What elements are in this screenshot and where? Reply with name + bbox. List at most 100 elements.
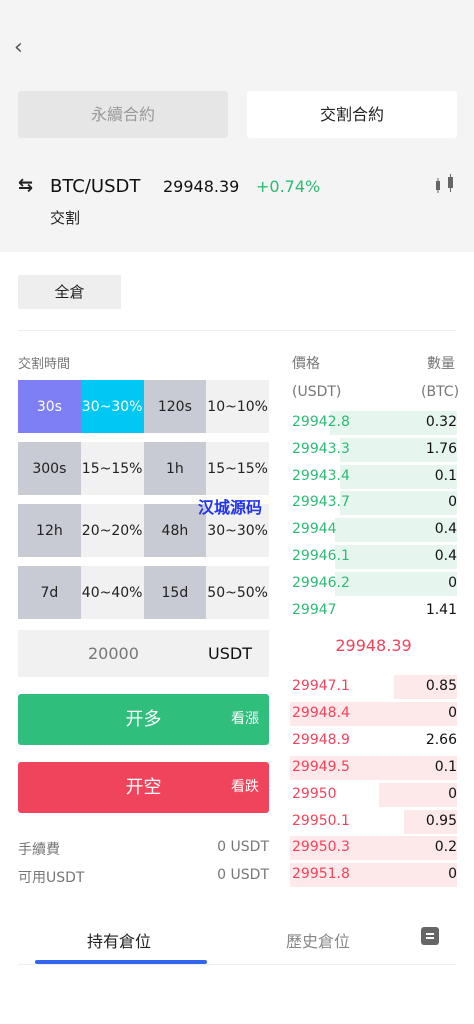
- margin-mode-button[interactable]: 全倉: [18, 275, 121, 309]
- pair-name[interactable]: BTC/USDT: [50, 176, 140, 197]
- orderbook-qty: 0.1: [434, 467, 457, 484]
- orderbook-row[interactable]: 29949.5 0.1: [290, 755, 457, 781]
- option-time-12h[interactable]: 12h: [18, 504, 81, 557]
- option-row: 30s 30~30% 120s 10~10%: [18, 380, 269, 433]
- depth-bar: [379, 782, 457, 807]
- orderbook-row[interactable]: 29950.1 0.95: [290, 809, 457, 835]
- orderbook-price: 29943.3: [292, 440, 350, 457]
- option-time-1h[interactable]: 1h: [143, 442, 207, 495]
- orderbook-qty: 0: [448, 866, 457, 883]
- orderbook-row[interactable]: 29948.4 0: [290, 701, 457, 727]
- orderbook-row[interactable]: 29942.8 0.32: [290, 410, 457, 436]
- orderbook-row[interactable]: 29948.9 2.66: [290, 728, 457, 754]
- tab-delivery[interactable]: 交割合約: [247, 91, 457, 138]
- available-row: 可用USDT 0 USDT: [18, 867, 269, 887]
- orderbook-price: 29950.3: [292, 839, 350, 856]
- delivery-time-label: 交割時間: [18, 357, 71, 372]
- orderbook-row[interactable]: 29943.4 0.1: [290, 464, 457, 490]
- orderbook-qty: 0: [448, 704, 457, 721]
- orderbook-price: 29950: [292, 785, 337, 802]
- orderbook-row[interactable]: 29951.8 0: [290, 862, 457, 888]
- tab-holding-positions[interactable]: 持有倉位: [87, 928, 151, 952]
- orderbook-price: 29944: [292, 521, 337, 538]
- option-range[interactable]: 50~50%: [206, 566, 269, 619]
- watermark-text: 汉城源码: [198, 498, 263, 517]
- orderbook-row[interactable]: 29944 0.4: [290, 517, 457, 543]
- orderbook-qty: 2.66: [425, 731, 457, 748]
- document-icon[interactable]: [421, 927, 439, 945]
- orderbook-row[interactable]: 29947.1 0.85: [290, 674, 457, 700]
- orderbook-qty: 0.32: [425, 414, 457, 430]
- depth-bar: [340, 491, 457, 516]
- orderbook-row[interactable]: 29950 0: [290, 782, 457, 808]
- orderbook-qty: 0.4: [434, 548, 457, 564]
- orderbook-price: 29942.8: [292, 414, 350, 430]
- orderbook-qty-header: 數量: [427, 356, 455, 372]
- tab-history-positions[interactable]: 歷史倉位: [286, 928, 350, 952]
- option-range[interactable]: 40~40%: [80, 566, 144, 619]
- amount-value: 20000: [88, 644, 139, 663]
- divider: [18, 330, 456, 331]
- fee-label: 手續費: [18, 842, 60, 858]
- orderbook-price: 29943.7: [292, 494, 350, 511]
- orderbook-price-header: 價格: [292, 356, 320, 372]
- fee-value: 0 USDT: [217, 839, 269, 855]
- orderbook-price-unit: (USDT): [292, 384, 342, 400]
- orderbook-qty: 0: [448, 494, 457, 511]
- available-label: 可用USDT: [18, 870, 85, 886]
- last-price: 29948.39: [163, 177, 240, 196]
- option-time-300s[interactable]: 300s: [18, 442, 81, 495]
- orderbook-price: 29950.1: [292, 812, 350, 829]
- contract-type: 交割: [50, 209, 81, 227]
- depth-bar: [335, 571, 457, 596]
- back-chevron-icon[interactable]: ‹: [14, 36, 34, 60]
- orderbook-price: 29951.8: [292, 866, 350, 883]
- orderbook-row[interactable]: 29943.7 0: [290, 490, 457, 516]
- price-change: +0.74%: [256, 177, 321, 196]
- orderbook-qty: 0: [448, 785, 457, 802]
- orderbook-price: 29946.1: [292, 548, 350, 564]
- orderbook-price: 29949.5: [292, 758, 350, 775]
- amount-unit: USDT: [208, 644, 252, 663]
- orderbook-price: 29947: [292, 601, 337, 618]
- orderbook-qty: 0.95: [425, 812, 457, 829]
- option-time-48h[interactable]: 48h: [143, 504, 207, 557]
- option-range[interactable]: 30~30%: [80, 380, 144, 433]
- open-short-button[interactable]: 开空 看跌: [18, 762, 269, 813]
- option-range[interactable]: 15~15%: [206, 442, 269, 495]
- orderbook-qty: 0.1: [434, 758, 457, 775]
- option-range[interactable]: 20~20%: [80, 504, 144, 557]
- orderbook-qty: 0: [448, 574, 457, 591]
- option-time-30s[interactable]: 30s: [18, 380, 81, 433]
- orderbook-row[interactable]: 29947 1.41: [290, 598, 457, 624]
- orderbook-row[interactable]: 29946.2 0: [290, 571, 457, 597]
- orderbook-qty: 0.4: [434, 521, 457, 538]
- bearish-label: 看跌: [231, 779, 259, 795]
- amount-input[interactable]: 20000 USDT: [18, 630, 269, 677]
- option-row: 300s 15~15% 1h 15~15%: [18, 442, 269, 495]
- option-range[interactable]: 15~15%: [80, 442, 144, 495]
- bullish-label: 看漲: [231, 711, 259, 727]
- candlestick-chart-icon[interactable]: [432, 172, 460, 196]
- fee-row: 手續費 0 USDT: [18, 839, 269, 859]
- orderbook-price: 29948.4: [292, 704, 350, 721]
- swap-icon[interactable]: ⇆: [18, 175, 33, 196]
- option-time-120s[interactable]: 120s: [143, 380, 207, 433]
- orderbook-qty: 0.2: [434, 839, 457, 856]
- orderbook-qty-unit: (BTC): [421, 384, 460, 400]
- orderbook-price: 29946.2: [292, 574, 350, 591]
- orderbook-row[interactable]: 29946.1 0.4: [290, 544, 457, 570]
- option-time-15d[interactable]: 15d: [143, 566, 207, 619]
- orderbook-price: 29948.9: [292, 731, 350, 748]
- orderbook-row[interactable]: 29950.3 0.2: [290, 835, 457, 861]
- available-value: 0 USDT: [217, 867, 269, 883]
- orderbook-qty: 0.85: [425, 678, 457, 694]
- open-long-button[interactable]: 开多 看漲: [18, 694, 269, 745]
- orderbook-qty: 1.41: [425, 601, 457, 618]
- tab-perpetual[interactable]: 永續合約: [18, 91, 228, 138]
- orderbook-price: 29943.4: [292, 467, 350, 484]
- orderbook-qty: 1.76: [425, 440, 457, 457]
- option-time-7d[interactable]: 7d: [18, 566, 81, 619]
- orderbook-row[interactable]: 29943.3 1.76: [290, 437, 457, 463]
- option-range[interactable]: 10~10%: [206, 380, 269, 433]
